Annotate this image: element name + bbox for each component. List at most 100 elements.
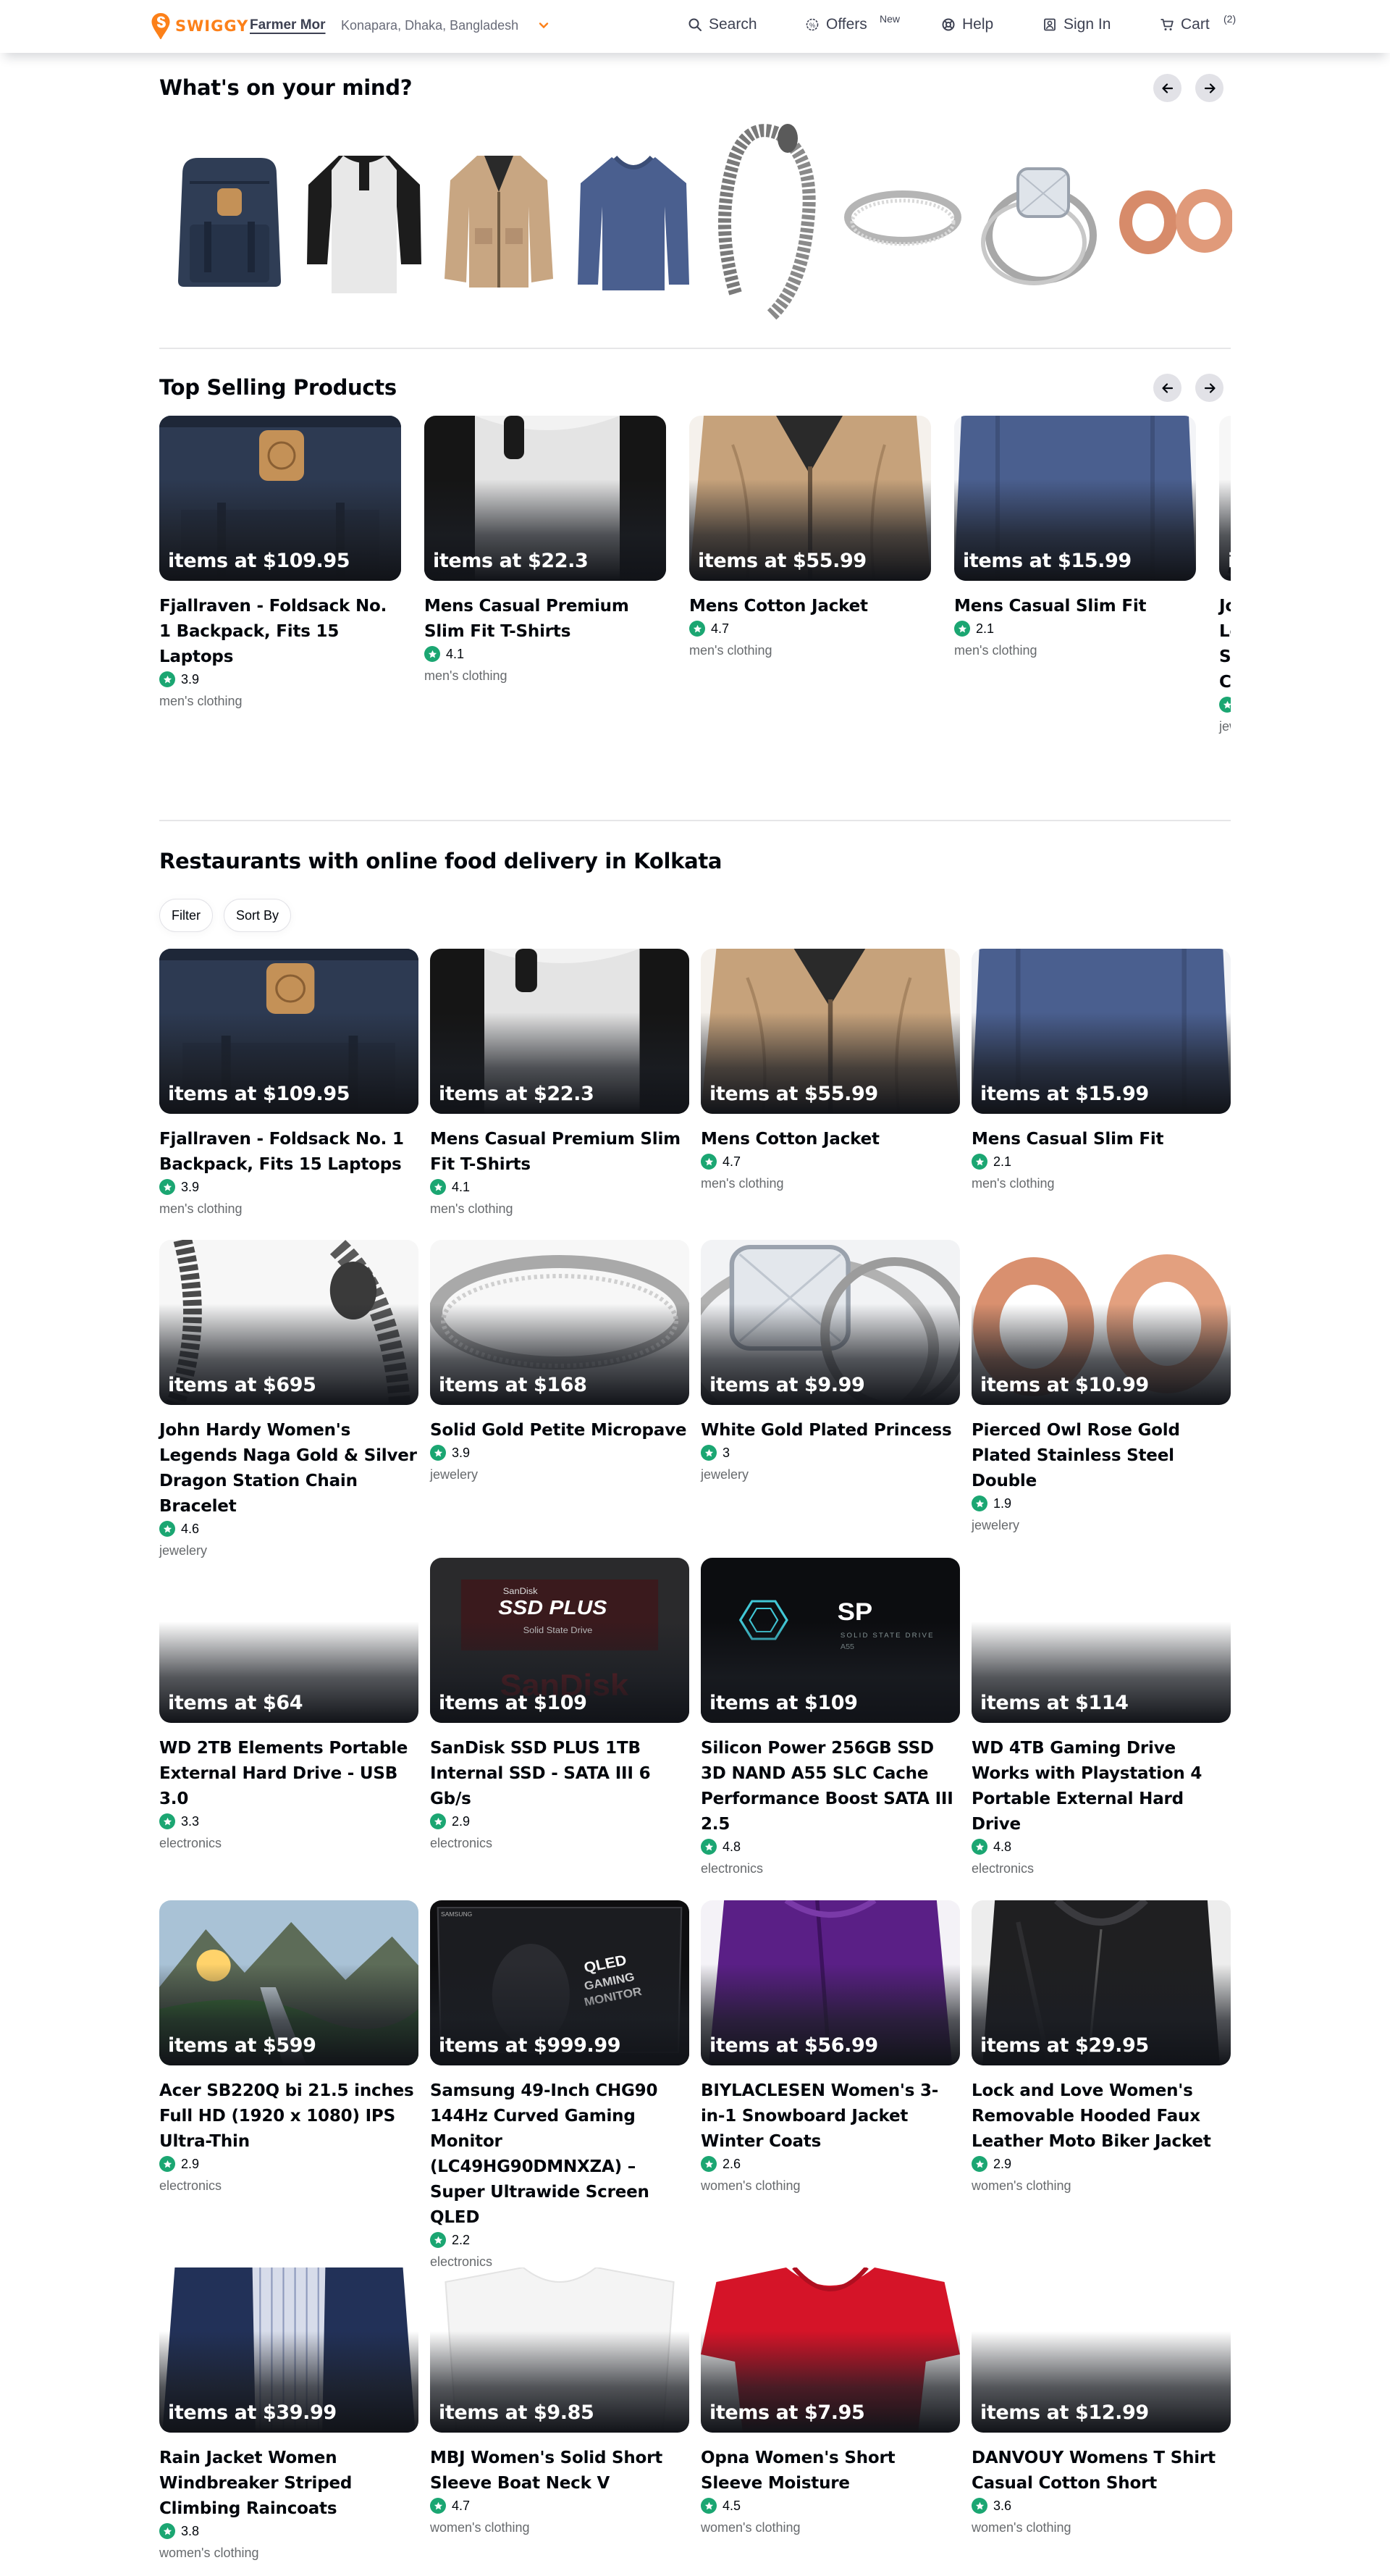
product-card[interactable]: items at $109.95 Fjallraven - Foldsack N… <box>159 416 401 713</box>
product-image[interactable]: SanDiskSSD PLUSSolid State DriveSanDisk … <box>430 1558 689 1723</box>
location-primary[interactable]: Farmer Mor <box>250 17 326 33</box>
product-title: Fjallraven - Foldsack No. 1 Backpack, Fi… <box>159 597 387 666</box>
rating-value: 4.5 <box>723 2499 741 2513</box>
product-image[interactable]: items at $168 <box>430 1240 689 1405</box>
product-image[interactable]: items at $56.99 <box>701 1900 960 2065</box>
product-title: Mens Casual Premium Slim Fit T-Shirts <box>430 1130 681 1174</box>
product-card[interactable]: items at $56.99 BIYLACLESEN Women's 3-in… <box>701 1900 960 2198</box>
top-selling-carousel[interactable]: items at $109.95 Fjallraven - Foldsack N… <box>159 413 1231 760</box>
product-category: jewelery <box>430 1467 479 1482</box>
product-card[interactable]: items at $9.99 White Gold Plated Princes… <box>701 1240 960 1487</box>
svg-text:SSD PLUS: SSD PLUS <box>498 1597 607 1619</box>
product-card[interactable]: items at $22.3 Mens Casual Premium Slim … <box>430 949 689 1221</box>
product-card[interactable]: items at $15.99 Mens Casual Slim Fit 2.1… <box>972 949 1231 1196</box>
mind-next-button[interactable] <box>1195 74 1223 102</box>
price-label: items at $12.99 <box>980 2401 1149 2424</box>
product-image[interactable]: items at $15.99 <box>954 416 1196 581</box>
search-icon <box>688 18 702 31</box>
mind-item-backpack[interactable] <box>168 105 291 337</box>
swiggy-logo[interactable]: SWIGGY <box>151 10 248 42</box>
rating-row: 3.9 <box>430 1443 689 1462</box>
product-card[interactable]: items at $695 John Hardy Women's Legends… <box>159 1240 418 1563</box>
star-icon <box>163 1817 172 1825</box>
top-selling-next-button[interactable] <box>1195 374 1223 402</box>
mind-item-princess[interactable] <box>976 105 1099 337</box>
product-card[interactable]: items at $12.99 DANVOUY Womens T Shirt C… <box>972 2267 1231 2540</box>
nav-cart[interactable]: Cart (2) <box>1160 13 1236 33</box>
product-card[interactable]: items at $22.3 Mens Casual Premium Slim … <box>424 416 666 688</box>
mind-item-jacket[interactable] <box>437 105 560 337</box>
product-image[interactable]: items at $29.95 <box>972 1900 1231 2065</box>
product-image[interactable]: items at $9.99 <box>701 1240 960 1405</box>
product-card[interactable]: items at $29.95 Lock and Love Women's Re… <box>972 1900 1231 2198</box>
product-image[interactable]: items at $22.3 <box>430 949 689 1114</box>
price-label: items at $64 <box>168 1692 303 1714</box>
product-image[interactable]: items at $695 <box>1219 416 1231 581</box>
mind-prev-button[interactable] <box>1153 74 1182 102</box>
mind-item-sweater[interactable] <box>572 105 695 337</box>
product-image[interactable]: items at $64 <box>159 1558 418 1723</box>
mind-item-tee[interactable] <box>303 105 426 337</box>
product-card[interactable]: items at $39.99 Rain Jacket Women Windbr… <box>159 2267 418 2565</box>
product-image[interactable]: items at $15.99 <box>972 949 1231 1114</box>
product-card[interactable]: SanDiskSSD PLUSSolid State DriveSanDisk … <box>430 1558 689 1855</box>
product-image[interactable]: items at $7.95 <box>701 2267 960 2433</box>
rating-value: 4.7 <box>723 1154 741 1169</box>
product-card[interactable]: items at $9.85 MBJ Women's Solid Short S… <box>430 2267 689 2540</box>
sort-by-button[interactable]: Sort By <box>224 899 292 932</box>
product-image[interactable]: items at $109.95 <box>159 949 418 1114</box>
nav-search[interactable]: Search <box>688 16 757 33</box>
filter-button[interactable]: Filter <box>159 899 213 932</box>
product-card[interactable]: items at $55.99 Mens Cotton Jacket 4.7 m… <box>689 416 931 663</box>
product-card[interactable]: items at $64 WD 2TB Elements Portable Ex… <box>159 1558 418 1855</box>
mind-item-ring[interactable] <box>841 105 964 337</box>
mind-item-bracelet[interactable] <box>707 105 830 337</box>
product-card[interactable]: items at $695 John Hardy Women's Legends… <box>1219 416 1231 739</box>
rating-row: 4.1 <box>430 1178 689 1196</box>
product-image[interactable]: items at $695 <box>159 1240 418 1405</box>
star-icon <box>704 2501 713 2509</box>
product-image[interactable]: items at $22.3 <box>424 416 666 581</box>
product-image[interactable]: items at $109.95 <box>159 416 401 581</box>
rating-star-icon <box>430 2232 446 2248</box>
product-image[interactable]: items at $9.85 <box>430 2267 689 2433</box>
nav-help[interactable]: Help <box>941 16 993 33</box>
product-card[interactable]: SPSOLID STATE DRIVEA55 items at $109 Sil… <box>701 1558 960 1881</box>
product-image[interactable]: items at $10.99 <box>972 1240 1231 1405</box>
top-selling-prev-button[interactable] <box>1153 374 1182 402</box>
product-card[interactable]: items at $7.95 Opna Women's Short Sleeve… <box>701 2267 960 2540</box>
product-card[interactable]: items at $168 Solid Gold Petite Micropav… <box>430 1240 689 1487</box>
product-card[interactable]: items at $10.99 Pierced Owl Rose Gold Pl… <box>972 1240 1231 1537</box>
rating-value: 2.9 <box>993 2157 1012 2171</box>
product-category: women's clothing <box>701 2178 801 2193</box>
mind-item-plugs[interactable] <box>1111 105 1232 337</box>
rating-row: 4.7 <box>689 619 931 638</box>
nav-sign-in[interactable]: Sign In <box>1042 16 1111 33</box>
mind-section-title: What's on your mind? <box>159 75 413 100</box>
product-card[interactable]: items at $114 WD 4TB Gaming Drive Works … <box>972 1558 1231 1881</box>
product-image[interactable]: items at $12.99 <box>972 2267 1231 2433</box>
jacket-image <box>445 156 553 288</box>
product-category: men's clothing <box>159 1201 243 1216</box>
mind-carousel[interactable] <box>162 105 1232 337</box>
product-card[interactable]: items at $15.99 Mens Casual Slim Fit 2.1… <box>954 416 1196 663</box>
product-image[interactable]: items at $55.99 <box>701 949 960 1114</box>
product-card[interactable]: SAMSUNGQLEDGAMINGMONITOR items at $999.9… <box>430 1900 689 2274</box>
product-card[interactable]: items at $55.99 Mens Cotton Jacket 4.7 m… <box>701 949 960 1196</box>
product-image[interactable]: SAMSUNGQLEDGAMINGMONITOR items at $999.9… <box>430 1900 689 2065</box>
top-selling-title: Top Selling Products <box>159 375 397 400</box>
product-card[interactable]: items at $109.95 Fjallraven - Foldsack N… <box>159 949 418 1221</box>
rating-value: 4.1 <box>452 1180 471 1194</box>
location-secondary[interactable]: Konapara, Dhaka, Bangladesh <box>341 18 518 33</box>
chevron-down-icon[interactable] <box>539 20 549 30</box>
product-image[interactable]: items at $599 <box>159 1900 418 2065</box>
product-image[interactable]: items at $55.99 <box>689 416 931 581</box>
product-image[interactable]: items at $39.99 <box>159 2267 418 2433</box>
nav-offers[interactable]: % Offers New <box>805 13 900 33</box>
rating-star-icon <box>701 1839 717 1855</box>
product-title: John Hardy Women's Legends Naga Gold & S… <box>1219 597 1231 692</box>
product-card[interactable]: items at $599 Acer SB220Q bi 21.5 inches… <box>159 1900 418 2198</box>
product-image[interactable]: SPSOLID STATE DRIVEA55 items at $109 <box>701 1558 960 1723</box>
rating-star-icon <box>1219 697 1231 713</box>
product-image[interactable]: items at $114 <box>972 1558 1231 1723</box>
